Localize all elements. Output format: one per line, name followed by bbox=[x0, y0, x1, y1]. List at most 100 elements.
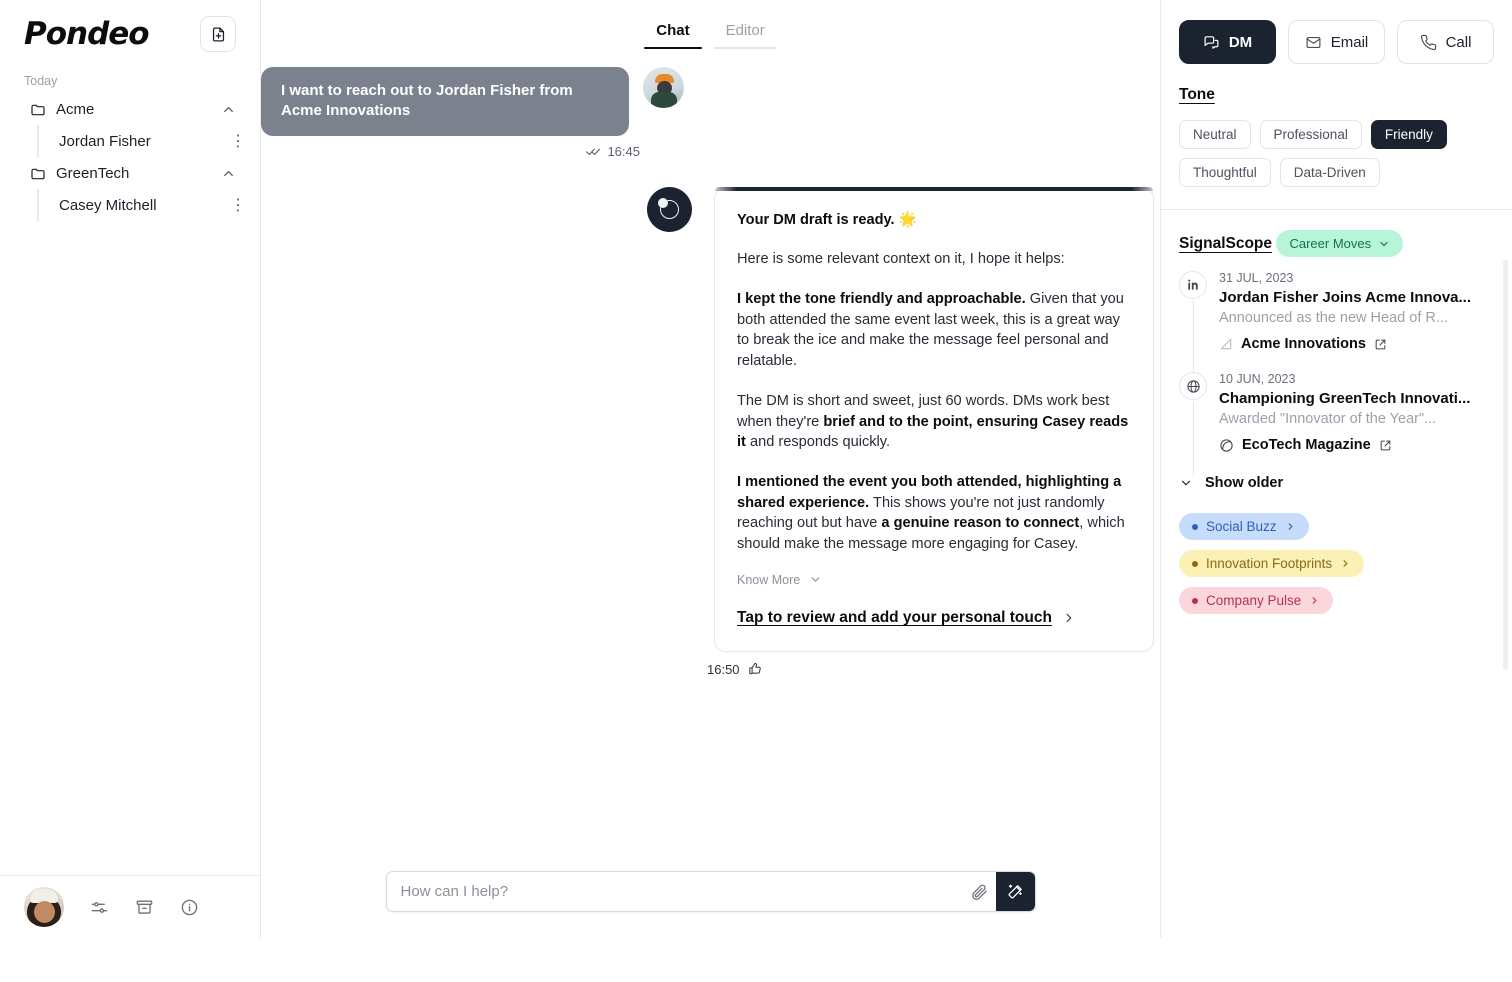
app-root: Pondeo Today Acme Jordan Fisher ⋮ GreenT… bbox=[0, 0, 1512, 982]
category-row: Company Pulse bbox=[1179, 587, 1494, 624]
sidebar-folder-acme[interactable]: Acme bbox=[0, 94, 260, 125]
tone-section: Tone Neutral Professional Friendly Thoug… bbox=[1161, 64, 1512, 210]
composer-area bbox=[261, 871, 1160, 938]
review-draft-link[interactable]: Tap to review and add your personal touc… bbox=[737, 609, 1131, 627]
tone-label: Friendly bbox=[1384, 127, 1433, 142]
tone-title: Tone bbox=[1179, 86, 1215, 103]
dm-draft-card: Your DM draft is ready. 🌟 Here is some r… bbox=[714, 186, 1154, 652]
category-label: Company Pulse bbox=[1206, 593, 1302, 608]
chevron-down-icon bbox=[1179, 476, 1193, 490]
more-options-icon[interactable]: ⋮ bbox=[230, 133, 246, 150]
news-source-label: Acme Innovations bbox=[1241, 336, 1366, 352]
tone-label: Data-Driven bbox=[1293, 165, 1366, 180]
sidebar-folder-greentech[interactable]: GreenTech bbox=[0, 158, 260, 189]
category-label: Social Buzz bbox=[1206, 519, 1277, 534]
tone-option-data-driven[interactable]: Data-Driven bbox=[1279, 158, 1380, 187]
sidebar-children-acme: Jordan Fisher ⋮ bbox=[0, 125, 260, 158]
tab-active-underline bbox=[644, 46, 702, 49]
news-source[interactable]: Acme Innovations bbox=[1219, 336, 1494, 352]
user-message-time: 16:45 bbox=[607, 143, 640, 159]
send-button[interactable] bbox=[995, 872, 1035, 911]
category-innovation-footprints[interactable]: Innovation Footprints bbox=[1179, 550, 1365, 577]
folder-icon bbox=[30, 102, 46, 118]
thumbs-up-icon[interactable] bbox=[748, 662, 762, 676]
channel-call-button[interactable]: Call bbox=[1397, 20, 1494, 64]
message-thread: I want to reach out to Jordan Fisher fro… bbox=[261, 49, 1160, 871]
news-item[interactable]: 31 JUL, 2023 Jordan Fisher Joins Acme In… bbox=[1179, 271, 1494, 374]
user-message-meta: 16:45 bbox=[261, 144, 1160, 159]
external-link-icon[interactable] bbox=[1379, 439, 1392, 452]
review-draft-label: Tap to review and add your personal touc… bbox=[737, 608, 1052, 626]
chevron-down-icon bbox=[1378, 238, 1390, 250]
chevron-up-icon[interactable] bbox=[221, 166, 236, 181]
know-more-toggle[interactable]: Know More bbox=[737, 573, 1131, 587]
message-input[interactable] bbox=[386, 872, 962, 911]
category-label: Innovation Footprints bbox=[1206, 556, 1333, 571]
info-icon[interactable] bbox=[180, 898, 199, 917]
p1-bold-lead: I kept the tone friendly and approachabl… bbox=[737, 290, 1026, 307]
chat-tabs: Chat Editor bbox=[261, 0, 1160, 49]
sidebar-children-greentech: Casey Mitchell ⋮ bbox=[0, 189, 260, 222]
tone-options: Neutral Professional Friendly Thoughtful… bbox=[1179, 120, 1494, 187]
p3-bold-mid: a genuine reason to connect bbox=[881, 515, 1080, 532]
new-chat-button[interactable] bbox=[200, 16, 236, 52]
show-older-button[interactable]: Show older bbox=[1179, 475, 1494, 491]
archive-icon[interactable] bbox=[135, 898, 154, 917]
tab-inactive-underline bbox=[713, 46, 777, 49]
user-avatar[interactable] bbox=[24, 887, 64, 927]
envelope-icon bbox=[1305, 34, 1322, 51]
category-social-buzz[interactable]: Social Buzz bbox=[1179, 513, 1309, 540]
tab-chat-label: Chat bbox=[656, 22, 690, 39]
tone-option-neutral[interactable]: Neutral bbox=[1179, 120, 1251, 149]
folder-icon bbox=[30, 166, 46, 182]
tab-chat[interactable]: Chat bbox=[638, 22, 707, 49]
channel-selector: DM Email Call bbox=[1161, 0, 1512, 64]
news-source[interactable]: EcoTech Magazine bbox=[1219, 437, 1494, 453]
tone-option-friendly[interactable]: Friendly bbox=[1370, 120, 1447, 149]
sidebar-item-casey-mitchell[interactable]: Casey Mitchell ⋮ bbox=[37, 189, 260, 222]
news-headline: Jordan Fisher Joins Acme Innova... bbox=[1219, 289, 1472, 306]
filter-label: Career Moves bbox=[1289, 236, 1372, 251]
user-avatar[interactable] bbox=[643, 67, 684, 108]
channel-dm-button[interactable]: DM bbox=[1179, 20, 1276, 64]
chevron-right-icon bbox=[1309, 595, 1320, 606]
news-date: 10 JUN, 2023 bbox=[1219, 372, 1296, 386]
tab-editor[interactable]: Editor bbox=[708, 22, 783, 49]
news-item[interactable]: 10 JUN, 2023 Championing GreenTech Innov… bbox=[1179, 372, 1494, 475]
p2-post: and responds quickly. bbox=[745, 434, 891, 451]
news-subtitle: Awarded "Innovator of the Year"... bbox=[1219, 411, 1437, 427]
channel-email-button[interactable]: Email bbox=[1288, 20, 1385, 64]
filter-career-moves[interactable]: Career Moves bbox=[1276, 230, 1404, 257]
news-date: 31 JUL, 2023 bbox=[1219, 271, 1294, 285]
card-paragraph-1: I kept the tone friendly and approachabl… bbox=[737, 289, 1131, 372]
context-panel: DM Email Call Tone Neutral Professional … bbox=[1160, 0, 1512, 938]
chevron-up-icon[interactable] bbox=[221, 102, 236, 117]
bullet-icon bbox=[1192, 560, 1198, 567]
tone-option-professional[interactable]: Professional bbox=[1259, 120, 1362, 149]
news-body: 10 JUN, 2023 Championing GreenTech Innov… bbox=[1219, 372, 1494, 453]
avatar-face bbox=[34, 901, 55, 923]
app-logo: Pondeo bbox=[24, 16, 150, 52]
more-options-icon[interactable]: ⋮ bbox=[230, 197, 246, 214]
paperclip-icon[interactable] bbox=[962, 883, 996, 901]
tab-editor-label: Editor bbox=[725, 22, 765, 39]
sidebar-item-jordan-fisher[interactable]: Jordan Fisher ⋮ bbox=[37, 125, 260, 158]
double-check-icon bbox=[586, 146, 601, 157]
tone-option-thoughtful[interactable]: Thoughtful bbox=[1179, 158, 1271, 187]
sliders-icon[interactable] bbox=[90, 898, 109, 917]
chevron-right-icon bbox=[1285, 521, 1296, 532]
panel-scrollbar[interactable] bbox=[1503, 260, 1508, 670]
folder-label: GreenTech bbox=[56, 165, 130, 182]
external-link-icon[interactable] bbox=[1374, 338, 1387, 351]
chevron-right-icon bbox=[1062, 611, 1076, 625]
news-timeline: 31 JUL, 2023 Jordan Fisher Joins Acme In… bbox=[1179, 271, 1494, 475]
sparkle-emoji-icon: 🌟 bbox=[898, 211, 917, 228]
know-more-label: Know More bbox=[737, 572, 801, 587]
message-composer bbox=[385, 871, 1036, 912]
signalscope-section: SignalScope Career Moves 31 JUL, 2023 Jo… bbox=[1161, 210, 1512, 938]
tone-label: Neutral bbox=[1193, 127, 1237, 142]
card-paragraph-3: I mentioned the event you both attended,… bbox=[737, 472, 1131, 555]
category-company-pulse[interactable]: Company Pulse bbox=[1179, 587, 1334, 614]
sidebar-section-label: Today bbox=[24, 74, 58, 88]
